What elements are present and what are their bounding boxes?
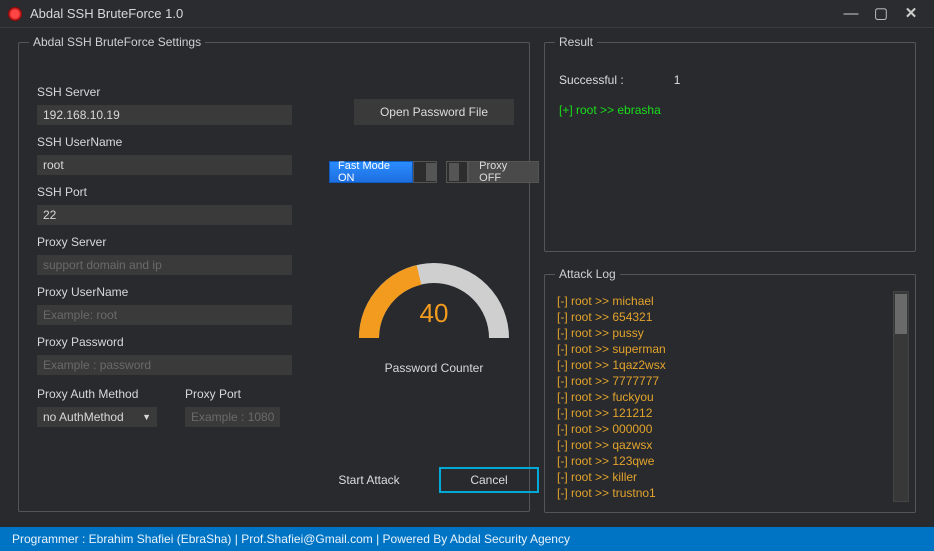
successful-row: Successful : 1 xyxy=(559,73,901,87)
proxy-server-label: Proxy Server xyxy=(37,235,292,249)
scrollbar[interactable] xyxy=(893,291,909,502)
settings-panel: Abdal SSH BruteForce Settings SSH Server… xyxy=(18,42,530,512)
log-line: [-] root >> 7777777 xyxy=(557,373,887,389)
fast-mode-button[interactable]: Fast Mode ON xyxy=(329,161,413,183)
gauge-value: 40 xyxy=(344,298,524,329)
proxy-server-input[interactable] xyxy=(37,255,292,275)
log-line: [-] root >> superman xyxy=(557,341,887,357)
open-password-file-button[interactable]: Open Password File xyxy=(354,99,514,125)
password-counter-gauge: 40 xyxy=(344,243,524,353)
scrollbar-thumb[interactable] xyxy=(895,294,907,334)
result-legend: Result xyxy=(555,35,597,49)
proxy-auth-value: no AuthMethod xyxy=(43,410,124,424)
chevron-down-icon: ▼ xyxy=(142,412,151,422)
footer-text: Programmer : Ebrahim Shafiei (EbraSha) |… xyxy=(12,532,570,546)
proxy-port-label: Proxy Port xyxy=(185,387,280,401)
successful-label: Successful : xyxy=(559,73,624,87)
ssh-port-label: SSH Port xyxy=(37,185,292,199)
log-line: [-] root >> jordan xyxy=(557,501,887,502)
proxy-switch[interactable] xyxy=(446,161,468,183)
ssh-port-input[interactable] xyxy=(37,205,292,225)
result-entry: [+] root >> ebrasha xyxy=(559,103,901,117)
proxy-password-input[interactable] xyxy=(37,355,292,375)
ssh-username-label: SSH UserName xyxy=(37,135,292,149)
attack-log-legend: Attack Log xyxy=(555,267,620,281)
footer-bar: Programmer : Ebrahim Shafiei (EbraSha) |… xyxy=(0,527,934,551)
proxy-auth-select[interactable]: no AuthMethod ▼ xyxy=(37,407,157,427)
log-line: [-] root >> fuckyou xyxy=(557,389,887,405)
log-line: [-] root >> trustno1 xyxy=(557,485,887,501)
log-line: [-] root >> pussy xyxy=(557,325,887,341)
log-line: [-] root >> qazwsx xyxy=(557,437,887,453)
ssh-server-input[interactable] xyxy=(37,105,292,125)
app-icon xyxy=(8,7,22,21)
switch-knob xyxy=(449,163,459,181)
result-panel: Result Successful : 1 [+] root >> ebrash… xyxy=(544,42,916,252)
log-line: [-] root >> 1qaz2wsx xyxy=(557,357,887,373)
log-line: [-] root >> 654321 xyxy=(557,309,887,325)
log-line: [-] root >> 121212 xyxy=(557,405,887,421)
ssh-server-label: SSH Server xyxy=(37,85,292,99)
close-button[interactable]: ✕ xyxy=(896,7,926,21)
switch-knob xyxy=(426,163,436,181)
cancel-button[interactable]: Cancel xyxy=(439,467,539,493)
successful-count: 1 xyxy=(674,73,681,87)
start-attack-button[interactable]: Start Attack xyxy=(319,467,419,493)
maximize-button[interactable]: ▢ xyxy=(866,7,896,21)
gauge-label: Password Counter xyxy=(385,361,484,375)
proxy-username-input[interactable] xyxy=(37,305,292,325)
ssh-username-input[interactable] xyxy=(37,155,292,175)
log-line: [-] root >> 123qwe xyxy=(557,453,887,469)
proxy-toggle-button[interactable]: Proxy OFF xyxy=(468,161,539,183)
minimize-button[interactable]: — xyxy=(836,7,866,21)
log-line: [-] root >> 000000 xyxy=(557,421,887,437)
proxy-username-label: Proxy UserName xyxy=(37,285,292,299)
settings-legend: Abdal SSH BruteForce Settings xyxy=(29,35,205,49)
titlebar: Abdal SSH BruteForce 1.0 — ▢ ✕ xyxy=(0,0,934,28)
proxy-password-label: Proxy Password xyxy=(37,335,292,349)
log-line: [-] root >> killer xyxy=(557,469,887,485)
fast-mode-switch[interactable] xyxy=(413,161,437,183)
window-title: Abdal SSH BruteForce 1.0 xyxy=(30,6,836,21)
log-line: [-] root >> michael xyxy=(557,293,887,309)
proxy-port-input[interactable] xyxy=(185,407,280,427)
attack-log-panel: Attack Log [-] root >> michael[-] root >… xyxy=(544,274,916,513)
proxy-auth-label: Proxy Auth Method xyxy=(37,387,157,401)
